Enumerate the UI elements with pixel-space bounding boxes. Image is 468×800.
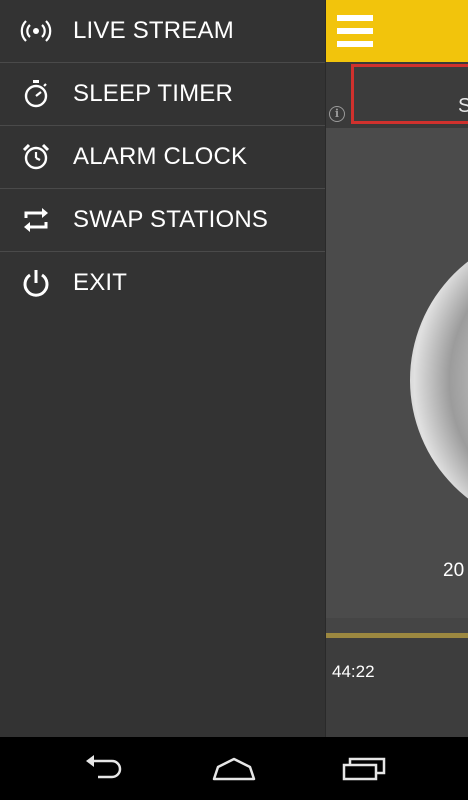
menu-item-alarm-clock[interactable]: ALARM CLOCK — [0, 126, 325, 189]
menu-item-exit[interactable]: EXIT — [0, 252, 325, 314]
disc-label: 20 — [443, 560, 465, 581]
hamburger-icon-bar-bottom — [337, 41, 373, 47]
menu-item-sleep-timer[interactable]: SLEEP TIMER — [0, 63, 325, 126]
menu-item-live-stream[interactable]: LIVE STREAM — [0, 0, 325, 63]
home-icon — [208, 757, 260, 791]
menu-item-label: ALARM CLOCK — [73, 143, 248, 170]
elapsed-time: 44:22 — [332, 662, 375, 681]
navigation-drawer: LIVE STREAM SLEEP TIMER ALARM CLOCK SWAP… — [0, 0, 326, 737]
system-nav-bar — [0, 737, 468, 800]
hamburger-icon-bar-middle — [337, 28, 373, 34]
home-button[interactable] — [208, 751, 260, 787]
progress-bar[interactable] — [324, 633, 468, 638]
hamburger-icon-bar-top — [337, 15, 373, 21]
ad-box[interactable]: S — [351, 64, 468, 124]
back-button[interactable] — [78, 751, 130, 787]
power-icon — [20, 267, 52, 299]
menu-item-label: SLEEP TIMER — [73, 80, 234, 107]
recent-apps-icon — [338, 757, 390, 791]
menu-item-label: EXIT — [73, 269, 128, 296]
stopwatch-icon — [20, 78, 52, 110]
broadcast-icon — [20, 15, 52, 47]
alarm-clock-icon — [20, 141, 52, 173]
menu-item-label: LIVE STREAM — [73, 17, 234, 44]
menu-item-swap-stations[interactable]: SWAP STATIONS — [0, 189, 325, 252]
screen: i S 20 44:22 LIVE STREAM SLEEP TIMER ALA… — [0, 0, 468, 800]
menu-button[interactable] — [337, 15, 373, 47]
back-icon — [78, 755, 130, 791]
menu-item-label: SWAP STATIONS — [73, 206, 269, 233]
info-icon[interactable]: i — [329, 106, 345, 122]
player-controls — [324, 638, 468, 737]
ad-text: S — [458, 95, 468, 117]
recent-apps-button[interactable] — [338, 751, 390, 787]
swap-icon — [20, 204, 52, 236]
